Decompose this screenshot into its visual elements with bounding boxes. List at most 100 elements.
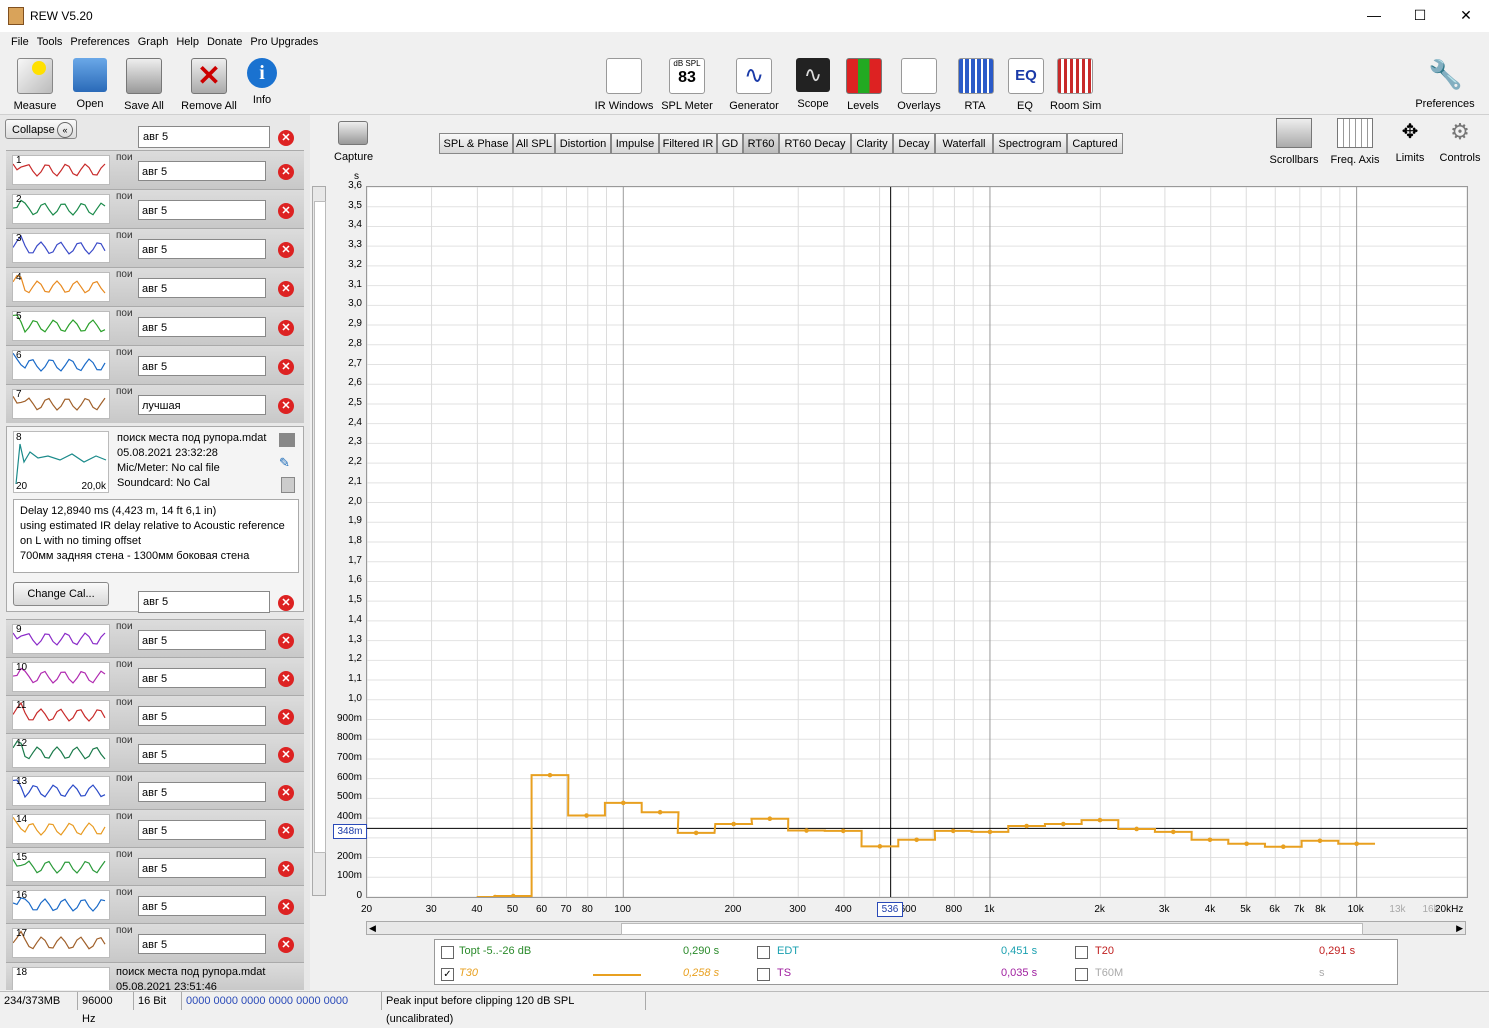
tab-spectrogram[interactable]: Spectrogram	[993, 133, 1067, 154]
scroll-left-icon[interactable]: ◀	[369, 923, 376, 934]
graph-horizontal-scrollbar[interactable]: ◀ ▶	[366, 921, 1466, 935]
overlays-button[interactable]: Overlays	[896, 58, 942, 112]
tab-spl-phase[interactable]: SPL & Phase	[439, 133, 513, 154]
measurement-row-4[interactable]: 4 пои авг 5 ✕	[6, 267, 304, 306]
measurement-name-field[interactable]: авг 5	[138, 744, 266, 764]
tab-filtered-ir[interactable]: Filtered IR	[659, 133, 717, 154]
save-measurement-icon[interactable]	[279, 433, 295, 447]
measurement-row-9[interactable]: 9 пои авг 5 ✕	[6, 619, 304, 658]
legend-checkbox-edt[interactable]	[757, 946, 770, 959]
measurement-name-field[interactable]: авг 5	[138, 278, 266, 298]
measurement-thumbnail[interactable]	[12, 389, 110, 419]
freq-axis-button[interactable]: Freq. Axis	[1328, 118, 1382, 166]
measurement-row-10[interactable]: 10 пои авг 5 ✕	[6, 657, 304, 696]
measurement-name-field[interactable]: авг 5	[138, 239, 266, 259]
measurement-thumbnail[interactable]	[12, 350, 110, 380]
measurement-row-17[interactable]: 17 пои авг 5 ✕	[6, 923, 304, 962]
legend-checkbox-topt[interactable]	[441, 946, 454, 959]
selected-measurement-name-field[interactable]: авг 5	[138, 591, 270, 613]
measurement-name-field[interactable]: авг 5	[138, 126, 270, 148]
levels-button[interactable]: Levels	[846, 58, 882, 112]
measurement-row-1[interactable]: 1 пои авг 5 ✕	[6, 150, 304, 189]
tab-captured[interactable]: Captured	[1067, 133, 1123, 154]
edit-pencil-icon[interactable]: ✎	[279, 455, 295, 470]
tab-all-spl[interactable]: All SPL	[513, 133, 555, 154]
measurement-name-field[interactable]: авг 5	[138, 896, 266, 916]
rt60-chart[interactable]	[366, 186, 1468, 900]
measurement-name-field[interactable]: авг 5	[138, 820, 266, 840]
measurement-thumbnail[interactable]	[12, 155, 110, 185]
rta-button[interactable]: RTA	[958, 58, 994, 112]
scrollbar-thumb[interactable]	[621, 923, 1363, 935]
measurement-name-field[interactable]: авг 5	[138, 668, 266, 688]
measurement-row-7[interactable]: 7 пои лучшая ✕	[6, 384, 304, 423]
remove-measurement-icon[interactable]: ✕	[278, 861, 294, 877]
menu-donate[interactable]: Donate	[203, 32, 246, 52]
remove-measurement-icon[interactable]: ✕	[278, 709, 294, 725]
remove-measurement-icon[interactable]: ✕	[278, 671, 294, 687]
remove-selected-measurement-icon[interactable]: ✕	[278, 595, 294, 611]
generator-button[interactable]: ∿ Generator	[728, 58, 780, 112]
measurement-thumbnail[interactable]	[12, 194, 110, 224]
notes-document-icon[interactable]	[281, 477, 295, 493]
measurement-row-5[interactable]: 5 пои авг 5 ✕	[6, 306, 304, 345]
capture-button[interactable]: Capture	[334, 121, 373, 163]
tab-distortion[interactable]: Distortion	[555, 133, 611, 154]
menu-tools[interactable]: Tools	[33, 32, 67, 52]
tab-decay[interactable]: Decay	[893, 133, 935, 154]
legend-checkbox-ts[interactable]	[757, 968, 770, 981]
menu-preferences[interactable]: Preferences	[66, 32, 133, 52]
measurement-name-field[interactable]: авг 5	[138, 934, 266, 954]
remove-measurement-icon[interactable]: ✕	[278, 359, 294, 375]
limits-button[interactable]: ✥ Limits	[1390, 118, 1430, 164]
menu-pro-upgrades[interactable]: Pro Upgrades	[246, 32, 322, 52]
measurement-name-field[interactable]: авг 5	[138, 782, 266, 802]
measurement-thumbnail[interactable]	[12, 624, 110, 654]
measurement-row-3[interactable]: 3 пои авг 5 ✕	[6, 228, 304, 267]
remove-measurement-icon[interactable]: ✕	[278, 130, 294, 146]
remove-measurement-icon[interactable]: ✕	[278, 320, 294, 336]
measurement-thumbnail[interactable]: 8 20 20,0k	[13, 431, 109, 493]
measurement-name-field[interactable]: авг 5	[138, 161, 266, 181]
measurement-row-2[interactable]: 2 пои авг 5 ✕	[6, 189, 304, 228]
remove-measurement-icon[interactable]: ✕	[278, 203, 294, 219]
legend-checkbox-t30[interactable]: ✓	[441, 968, 454, 981]
measurement-name-field[interactable]: авг 5	[138, 200, 266, 220]
measurement-name-field[interactable]: авг 5	[138, 706, 266, 726]
measurement-row-6[interactable]: 6 пои авг 5 ✕	[6, 345, 304, 384]
measurement-name-field[interactable]: авг 5	[138, 317, 266, 337]
tab-gd[interactable]: GD	[717, 133, 743, 154]
measurement-notes[interactable]: Delay 12,8940 ms (4,423 m, 14 ft 6,1 in)…	[13, 499, 299, 573]
menu-help[interactable]: Help	[172, 32, 203, 52]
measurement-name-field[interactable]: авг 5	[138, 630, 266, 650]
remove-measurement-icon[interactable]: ✕	[278, 242, 294, 258]
minimize-button[interactable]: —	[1351, 0, 1397, 30]
scrollbars-button[interactable]: Scrollbars	[1268, 118, 1320, 166]
measurement-row-14[interactable]: 14 пои авг 5 ✕	[6, 809, 304, 848]
remove-measurement-icon[interactable]: ✕	[278, 164, 294, 180]
measurement-thumbnail[interactable]	[12, 233, 110, 263]
rt60-plot[interactable]	[366, 186, 1468, 900]
measure-button[interactable]: Measure	[12, 58, 58, 112]
legend-checkbox-t60m[interactable]	[1075, 968, 1088, 981]
measurement-row-13[interactable]: 13 пои авг 5 ✕	[6, 771, 304, 810]
tab-waterfall[interactable]: Waterfall	[935, 133, 993, 154]
measurement-thumbnail[interactable]	[12, 272, 110, 302]
remove-measurement-icon[interactable]: ✕	[278, 937, 294, 953]
measurement-row-12[interactable]: 12 пои авг 5 ✕	[6, 733, 304, 772]
close-button[interactable]: ✕	[1443, 0, 1489, 30]
measurement-row-15[interactable]: 15 пои авг 5 ✕	[6, 847, 304, 886]
maximize-button[interactable]: ☐	[1397, 0, 1443, 30]
legend-checkbox-t20[interactable]	[1075, 946, 1088, 959]
measurement-row-11[interactable]: 11 пои авг 5 ✕	[6, 695, 304, 734]
remove-measurement-icon[interactable]: ✕	[278, 398, 294, 414]
measurement-thumbnail[interactable]	[12, 311, 110, 341]
room-sim-button[interactable]: Room Sim	[1050, 58, 1101, 112]
tab-clarity[interactable]: Clarity	[851, 133, 893, 154]
save-all-button[interactable]: Save All	[122, 58, 166, 112]
measurement-name-field[interactable]: авг 5	[138, 858, 266, 878]
scope-button[interactable]: ∿ Scope	[796, 58, 830, 110]
open-button[interactable]: Open	[70, 58, 110, 110]
measurement-name-field[interactable]: авг 5	[138, 356, 266, 376]
measurement-thumbnail[interactable]	[12, 700, 110, 730]
